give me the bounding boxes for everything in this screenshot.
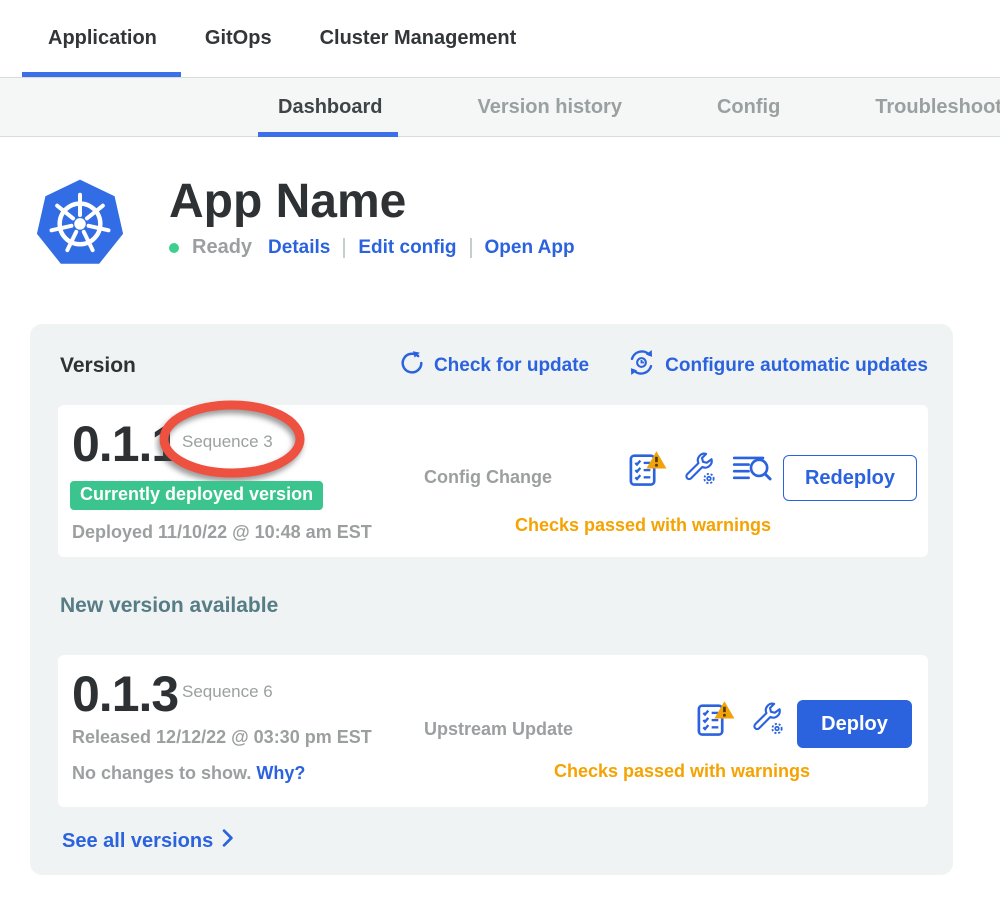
status-text: Ready bbox=[192, 236, 252, 259]
available-version-number: 0.1.3 bbox=[72, 669, 178, 719]
check-for-update-button[interactable]: Check for update bbox=[399, 350, 589, 382]
version-card-title: Version bbox=[60, 354, 136, 378]
refresh-icon bbox=[399, 350, 425, 382]
why-link[interactable]: Why? bbox=[256, 763, 305, 783]
open-app-link[interactable]: Open App bbox=[485, 237, 575, 259]
kubernetes-logo-icon bbox=[35, 177, 125, 269]
status-dot-icon bbox=[169, 243, 179, 253]
tab-dashboard[interactable]: Dashboard bbox=[278, 78, 382, 136]
wrench-gear-icon[interactable] bbox=[750, 700, 786, 738]
tab-application[interactable]: Application bbox=[48, 0, 157, 77]
divider bbox=[470, 238, 472, 258]
redeploy-button[interactable]: Redeploy bbox=[783, 455, 917, 501]
edit-config-link[interactable]: Edit config bbox=[358, 237, 456, 259]
divider bbox=[343, 238, 345, 258]
tab-troubleshoot[interactable]: Troubleshoot bbox=[875, 78, 1000, 136]
no-changes-text: No changes to show. Why? bbox=[72, 763, 305, 784]
status-row: Ready Details Edit config Open App bbox=[169, 236, 575, 259]
available-version-row: 0.1.3 Sequence 6 Released 12/12/22 @ 03:… bbox=[58, 655, 928, 807]
see-all-versions-link[interactable]: See all versions bbox=[62, 829, 234, 853]
chevron-right-icon bbox=[222, 829, 234, 853]
preflight-logs-icon[interactable] bbox=[732, 453, 774, 485]
current-sequence-label: Sequence 3 bbox=[182, 432, 273, 452]
configure-automatic-updates-button[interactable]: Configure automatic updates bbox=[627, 348, 928, 383]
current-version-row: 0.1.1 Sequence 3 Currently deployed vers… bbox=[58, 405, 928, 557]
deployed-timestamp: Deployed 11/10/22 @ 10:48 am EST bbox=[72, 522, 372, 543]
page-title: App Name bbox=[169, 177, 575, 227]
wrench-gear-icon[interactable] bbox=[682, 450, 718, 488]
currently-deployed-badge: Currently deployed version bbox=[70, 481, 323, 510]
app-header: App Name Ready Details Edit config Open … bbox=[35, 177, 1000, 269]
version-card-header: Version Check for update bbox=[58, 348, 928, 383]
tab-version-history[interactable]: Version history bbox=[477, 78, 622, 136]
released-timestamp: Released 12/12/22 @ 03:30 pm EST bbox=[72, 727, 372, 748]
change-type-label: Upstream Update bbox=[424, 719, 573, 740]
primary-nav: Application GitOps Cluster Management bbox=[0, 0, 1000, 77]
checklist-warning-icon[interactable] bbox=[626, 449, 668, 489]
checks-status-text: Checks passed with warnings bbox=[478, 515, 808, 536]
deploy-button[interactable]: Deploy bbox=[797, 700, 912, 748]
available-sequence-label: Sequence 6 bbox=[182, 682, 273, 702]
tab-cluster-management[interactable]: Cluster Management bbox=[320, 0, 517, 77]
tab-config[interactable]: Config bbox=[717, 78, 780, 136]
new-version-heading: New version available bbox=[60, 593, 928, 619]
current-version-number: 0.1.1 bbox=[72, 419, 178, 469]
tab-gitops[interactable]: GitOps bbox=[205, 0, 272, 77]
version-card: Version Check for update bbox=[30, 324, 953, 875]
checklist-warning-icon[interactable] bbox=[694, 699, 736, 739]
change-type-label: Config Change bbox=[424, 467, 552, 488]
details-link[interactable]: Details bbox=[268, 237, 330, 259]
clock-refresh-icon bbox=[627, 348, 656, 383]
secondary-nav: Dashboard Version history Config Trouble… bbox=[0, 77, 1000, 137]
checks-status-text: Checks passed with warnings bbox=[532, 761, 832, 782]
